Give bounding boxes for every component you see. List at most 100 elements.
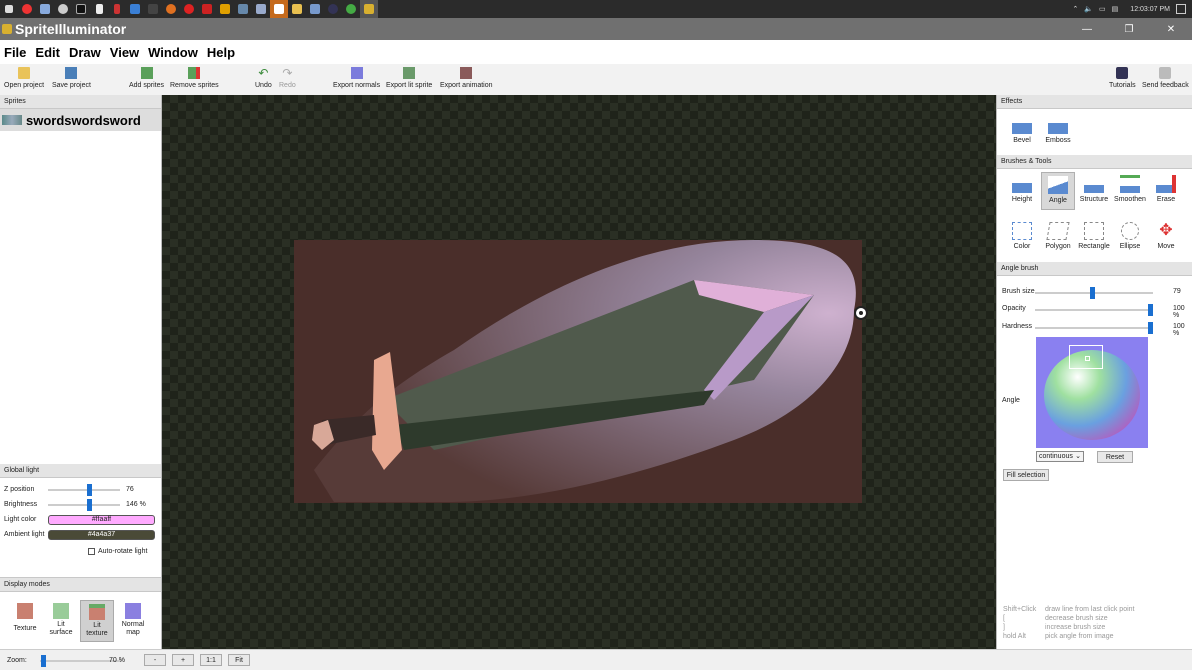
image-icon[interactable]: [252, 0, 270, 18]
file-icon[interactable]: [108, 0, 126, 18]
settings-icon[interactable]: [54, 0, 72, 18]
pumpkin-icon[interactable]: [162, 0, 180, 18]
auto-rotate-label: Auto-rotate light: [98, 548, 148, 555]
menu-file[interactable]: File: [4, 45, 26, 60]
remove-sprite-icon: [188, 67, 201, 79]
smoothen-tool[interactable]: Smoothen: [1113, 172, 1147, 210]
light-source-handle[interactable]: [854, 306, 868, 320]
video-icon[interactable]: [198, 0, 216, 18]
zoom-in-button[interactable]: +: [172, 654, 194, 666]
restore-button[interactable]: ❐: [1108, 24, 1150, 35]
notification-icon[interactable]: [1176, 4, 1186, 14]
save-project-button[interactable]: Save project: [52, 67, 91, 89]
ellipse-tool[interactable]: Ellipse: [1113, 219, 1147, 257]
add-sprites-button[interactable]: Add sprites: [129, 67, 164, 89]
fill-selection-button[interactable]: Fill selection: [1003, 469, 1049, 481]
slider-thumb[interactable]: [87, 498, 92, 511]
slider-thumb[interactable]: [1090, 287, 1095, 299]
angle-tool[interactable]: Angle: [1041, 172, 1075, 210]
clock[interactable]: 12:03:07 PM: [1130, 6, 1170, 13]
angle-handle[interactable]: [1085, 356, 1090, 361]
folder-icon[interactable]: [288, 0, 306, 18]
ln-icon[interactable]: [216, 0, 234, 18]
volume-icon[interactable]: 🔈: [1084, 5, 1093, 13]
light-color-label: Light color: [4, 516, 37, 523]
light-color-swatch[interactable]: #ffaaff: [48, 514, 155, 525]
steam-icon[interactable]: [324, 0, 342, 18]
remote-icon[interactable]: [234, 0, 252, 18]
menu-view[interactable]: View: [110, 45, 139, 60]
redo-icon: ↷: [282, 66, 293, 80]
menu-draw[interactable]: Draw: [69, 45, 101, 60]
tutorials-button[interactable]: Tutorials: [1109, 67, 1136, 89]
remove-sprites-button[interactable]: Remove sprites: [170, 67, 219, 89]
hardness-slider[interactable]: [1035, 322, 1153, 334]
structure-tool[interactable]: Structure: [1077, 172, 1111, 210]
slider-thumb[interactable]: [41, 655, 46, 667]
brightness-slider[interactable]: [48, 498, 120, 511]
move-tool[interactable]: ✥ Move: [1149, 219, 1183, 257]
opera-icon[interactable]: [180, 0, 198, 18]
reset-button[interactable]: Reset: [1097, 451, 1133, 463]
undo-button[interactable]: ↶ Undo: [255, 67, 272, 89]
slider-thumb[interactable]: [1148, 304, 1153, 316]
bevel-button[interactable]: Bevel: [1005, 113, 1039, 151]
z-position-value: 76: [126, 486, 134, 493]
wifi-icon[interactable]: [126, 0, 144, 18]
zoom-out-button[interactable]: -: [144, 654, 166, 666]
start-icon[interactable]: [0, 0, 18, 18]
rectangle-tool[interactable]: Rectangle: [1077, 219, 1111, 257]
height-tool[interactable]: Height: [1005, 172, 1039, 210]
menu-help[interactable]: Help: [207, 45, 235, 60]
menu-window[interactable]: Window: [148, 45, 198, 60]
display-mode-normal-map[interactable]: Normal map: [116, 600, 150, 642]
export-animation-button[interactable]: Export animation: [440, 67, 493, 89]
emboss-button[interactable]: Emboss: [1041, 113, 1075, 151]
minimize-button[interactable]: —: [1066, 24, 1108, 35]
slider-thumb[interactable]: [87, 483, 92, 496]
export-normals-button[interactable]: Export normals: [333, 67, 380, 89]
hint-desc: increase brush size: [1045, 624, 1106, 631]
app-icon[interactable]: [36, 0, 54, 18]
chevron-up-icon[interactable]: ⌃: [1072, 5, 1078, 13]
sprite-icon[interactable]: [360, 0, 378, 18]
close-button[interactable]: ✕: [1150, 24, 1192, 35]
palette-icon[interactable]: [342, 0, 360, 18]
opacity-slider[interactable]: [1035, 304, 1153, 316]
notepad-icon[interactable]: [90, 0, 108, 18]
display-mode-lit-surface[interactable]: Lit surface: [44, 600, 78, 642]
export-lit-sprite-button[interactable]: Export lit sprite: [386, 67, 432, 89]
rectangle-select-icon: [1084, 222, 1104, 240]
slider-thumb[interactable]: [1148, 322, 1153, 334]
brush-size-slider[interactable]: [1035, 287, 1153, 299]
cast-icon[interactable]: [270, 0, 288, 18]
menu-edit[interactable]: Edit: [35, 45, 60, 60]
editor-canvas[interactable]: [162, 95, 996, 649]
keyboard-icon[interactable]: ▤: [1112, 5, 1119, 13]
erase-tool[interactable]: Erase: [1149, 172, 1183, 210]
display-mode-texture[interactable]: Texture: [8, 600, 42, 642]
bird-icon[interactable]: [144, 0, 162, 18]
color-tool[interactable]: Color: [1005, 219, 1039, 257]
angle-mode-select[interactable]: continuous ⌄: [1036, 451, 1084, 462]
display-mode-lit-texture[interactable]: Lit texture: [80, 600, 114, 642]
network-icon[interactable]: [306, 0, 324, 18]
chrome-icon[interactable]: [18, 0, 36, 18]
polygon-tool[interactable]: Polygon: [1041, 219, 1075, 257]
sprite-list-item[interactable]: swordswordsword: [0, 109, 161, 131]
sprite-preview[interactable]: [294, 240, 862, 503]
folder-open-icon: [18, 67, 31, 79]
cmd-icon[interactable]: [72, 0, 90, 18]
redo-button[interactable]: ↷ Redo: [279, 67, 296, 89]
auto-rotate-checkbox[interactable]: [88, 548, 95, 555]
sprite-thumbnail: [2, 115, 22, 125]
open-project-button[interactable]: Open project: [4, 67, 44, 89]
zoom-fit-button[interactable]: Fit: [228, 654, 250, 666]
angle-label: Angle: [1002, 397, 1020, 404]
z-position-slider[interactable]: [48, 483, 120, 496]
ambient-light-swatch[interactable]: #4a4a37: [48, 529, 155, 540]
angle-picker[interactable]: [1036, 337, 1148, 448]
network-status-icon[interactable]: ▭: [1099, 5, 1106, 13]
send-feedback-button[interactable]: Send feedback: [1142, 67, 1189, 89]
zoom-actual-size-button[interactable]: 1:1: [200, 654, 222, 666]
